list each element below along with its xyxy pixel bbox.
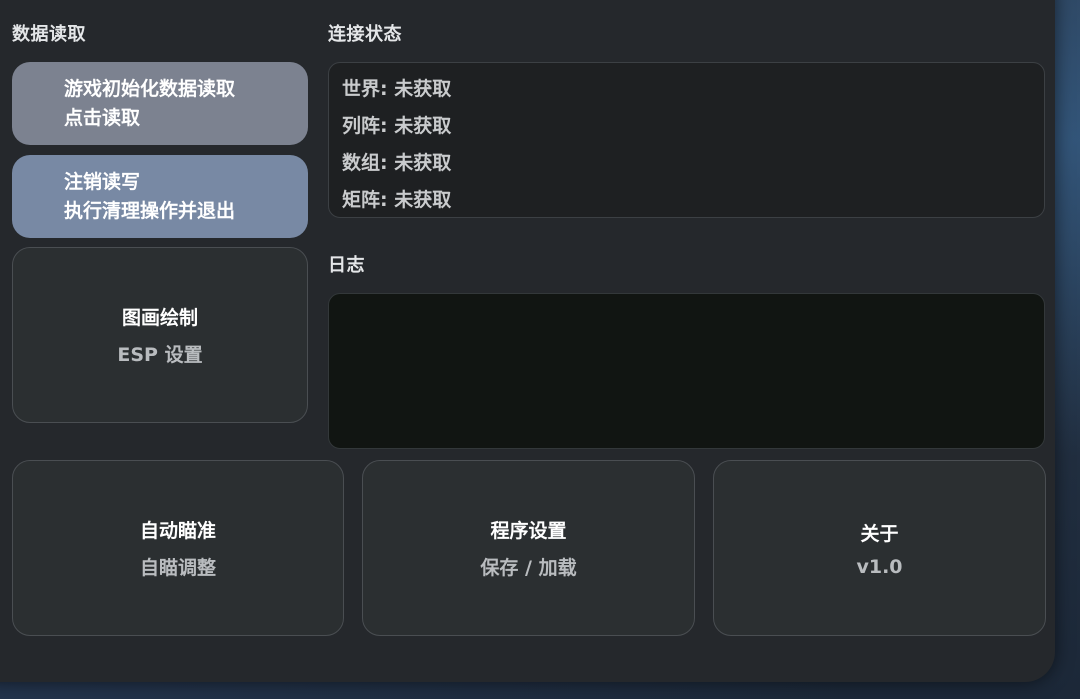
status-row-matrix: 矩阵: 未获取 [342,182,1044,219]
status-value: 未获取 [394,115,452,137]
version-label: v1.0 [856,555,903,578]
esp-tile-title: 图画绘制 [121,307,198,329]
status-separator: : [380,152,395,174]
load-game-data-button[interactable]: 游戏初始化数据读取 点击读取 [12,62,308,145]
status-row-array: 列阵: 未获取 [342,108,1044,145]
log-output[interactable] [328,293,1045,449]
about-tile[interactable]: 关于 v1.0 [713,460,1046,636]
status-row-data-group: 数组: 未获取 [342,145,1044,182]
status-label: 数组 [342,152,381,174]
connection-status-panel: 世界: 未获取 列阵: 未获取 数组: 未获取 矩阵: 未获取 [328,62,1045,218]
aimbot-tile-title: 自动瞄准 [139,520,216,542]
about-tile-title: 关于 [860,522,899,545]
status-label: 世界 [342,78,381,100]
connection-status-title: 连接状态 [328,24,402,45]
load-button-hint: 点击读取 [64,106,141,129]
logout-button-hint: 执行清理操作并退出 [64,199,236,222]
load-button-label: 游戏初始化数据读取 [64,77,236,100]
status-separator: : [380,115,395,137]
status-value: 未获取 [394,152,452,174]
aimbot-tile[interactable]: 自动瞄准 自瞄调整 [12,460,344,636]
logout-cleanup-button[interactable]: 注销读写 执行清理操作并退出 [12,155,308,238]
status-label: 列阵 [342,115,381,137]
settings-tile-subtitle: 保存 / 加载 [480,557,577,579]
aimbot-tile-subtitle: 自瞄调整 [139,557,216,579]
settings-tile-title: 程序设置 [490,520,567,542]
status-label: 矩阵 [342,189,381,211]
log-title: 日志 [328,255,365,276]
program-settings-tile[interactable]: 程序设置 保存 / 加载 [362,460,695,636]
status-value: 未获取 [394,189,452,211]
status-separator: : [380,78,395,100]
esp-settings-tile[interactable]: 图画绘制 ESP 设置 [12,247,308,423]
status-value: 未获取 [394,78,452,100]
data-read-title: 数据读取 [12,24,86,45]
status-separator: : [380,189,395,211]
status-row-world: 世界: 未获取 [342,71,1044,108]
logout-button-label: 注销读写 [64,170,141,193]
esp-tile-subtitle: ESP 设置 [117,344,203,366]
